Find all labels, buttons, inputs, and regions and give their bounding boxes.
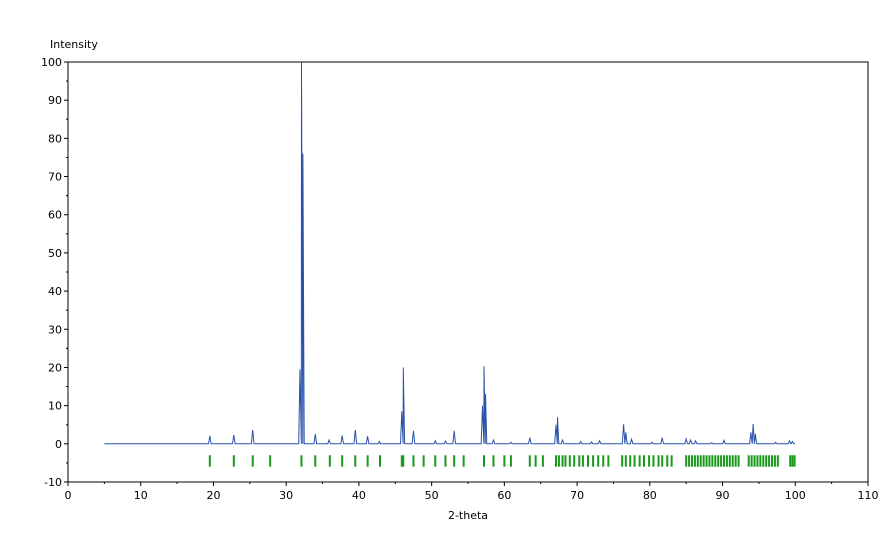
reflection-markers — [208, 455, 796, 467]
y-tick-label: 100 — [41, 56, 62, 69]
x-tick-label: 60 — [497, 489, 511, 502]
x-tick-label: 10 — [134, 489, 148, 502]
x-tick-label: 80 — [643, 489, 657, 502]
y-tick-label: 20 — [48, 361, 62, 374]
diffraction-pattern-line — [104, 61, 796, 445]
plot-area-frame — [67, 61, 869, 483]
x-tick-label: 50 — [425, 489, 439, 502]
y-tick-label: 90 — [48, 94, 62, 107]
x-tick-label: 100 — [785, 489, 806, 502]
y-tick-label: 70 — [48, 171, 62, 184]
y-tick-label: 40 — [48, 285, 62, 298]
y-axis-title: Intensity — [50, 38, 98, 51]
y-axis: -10 0 10 20 30 40 50 60 70 80 90 100 — [41, 56, 68, 489]
y-tick-label: 10 — [48, 400, 62, 413]
y-tick-label: 80 — [48, 132, 62, 145]
x-tick-label: 30 — [279, 489, 293, 502]
x-tick-label: 70 — [570, 489, 584, 502]
xrd-chart: Intensity 2-theta -100102030405060708090… — [41, 38, 879, 522]
y-tick-label: 30 — [48, 323, 62, 336]
x-tick-label: 20 — [206, 489, 220, 502]
y-tick-label: 0 — [55, 438, 62, 451]
x-tick-label: 90 — [716, 489, 730, 502]
x-tick-label: 0 — [65, 489, 72, 502]
x-tick-label: 110 — [858, 489, 879, 502]
x-tick-label: 40 — [352, 489, 366, 502]
x-axis: 0 10 20 30 40 50 60 70 80 90 100 110 — [65, 482, 879, 502]
x-axis-title: 2-theta — [448, 509, 488, 522]
y-tick-label: -10 — [44, 476, 62, 489]
y-tick-label: 50 — [48, 247, 62, 260]
y-tick-label: 60 — [48, 209, 62, 222]
